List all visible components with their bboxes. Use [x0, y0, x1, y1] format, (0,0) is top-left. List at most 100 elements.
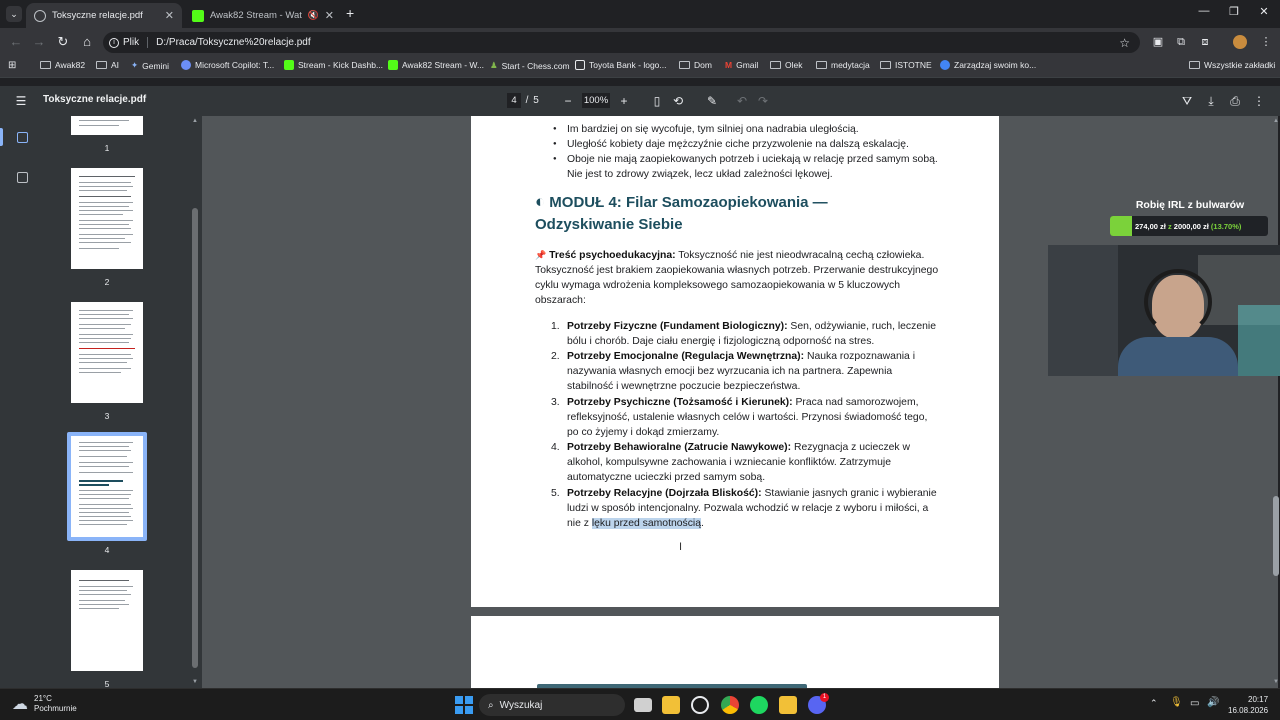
streamer-shirt [1118, 337, 1238, 376]
fit-page-icon[interactable]: ▯ [650, 94, 664, 108]
obs-icon[interactable] [691, 696, 709, 714]
sidebar-menu-icon[interactable]: ☰ [14, 94, 28, 108]
selected-text-highlight[interactable]: lęku przed samotnością [591, 518, 702, 530]
profile-avatar[interactable] [1233, 35, 1247, 49]
page-thumbnail-3[interactable] [71, 302, 143, 403]
tab-search-button[interactable]: ⌄ [6, 6, 22, 22]
close-tab-icon[interactable]: ✕ [165, 9, 174, 22]
outline-view-icon[interactable] [17, 172, 28, 183]
bookmark-gemini[interactable]: ✦ Gemini [131, 60, 169, 71]
all-bookmarks[interactable]: Wszystkie zakładki [1189, 60, 1275, 70]
bookmark-chess[interactable]: ♟ Start - Chess.com [490, 60, 570, 71]
weather-widget[interactable]: ☁ 21°C Pochmurnie [12, 694, 77, 714]
scroll-down-arrow[interactable]: ▼ [1273, 679, 1279, 685]
pdf-globe-icon [34, 9, 46, 22]
bookmark-label: Dom [694, 60, 712, 70]
drive-save-icon[interactable]: ⛛ [1180, 94, 1194, 108]
bookmark-dom[interactable]: Dom [679, 60, 712, 70]
bookmark-kick-dashboard[interactable]: Stream - Kick Dashb... [284, 60, 383, 70]
bookmark-ai[interactable]: AI [96, 60, 119, 70]
bookmarks-bar: ⊞ Awak82 AI ✦ Gemini Microsoft Copilot: T… [0, 56, 1280, 78]
close-tab-icon[interactable]: ✕ [325, 9, 334, 22]
cast-icon[interactable]: ▣ [1150, 34, 1166, 50]
viewer-scroll-thumb[interactable] [1273, 496, 1279, 576]
page-number-input[interactable]: 4 [507, 93, 521, 108]
back-icon[interactable]: ← [8, 34, 24, 50]
bookmark-medytacja[interactable]: medytacja [816, 60, 870, 70]
scroll-down-arrow[interactable]: ▼ [192, 679, 198, 685]
microphone-icon[interactable]: 🎙 [1170, 697, 1183, 708]
bookmark-olek[interactable]: Olek [770, 60, 802, 70]
maximize-button[interactable]: ❐ [1219, 5, 1249, 18]
taskbar-search[interactable]: ⌕ Wyszukaj [479, 694, 625, 716]
minimize-button[interactable]: — [1189, 5, 1219, 17]
scroll-up-arrow[interactable]: ▲ [192, 118, 198, 124]
extensions-icon[interactable]: ⧈ [1197, 34, 1213, 50]
site-info-chip[interactable]: i Plik [109, 37, 149, 48]
bookmark-star-icon[interactable]: ☆ [1119, 36, 1130, 50]
bookmark-awak82[interactable]: Awak82 [40, 60, 85, 70]
apps-icon[interactable]: ⊞ [8, 60, 16, 71]
reload-icon[interactable]: ↻ [55, 34, 71, 50]
bookmark-copilot[interactable]: Microsoft Copilot: T... [181, 60, 274, 70]
annotate-icon[interactable]: ✎ [705, 94, 719, 108]
bookmark-label: ISTOTNE [895, 60, 932, 70]
hidden-icons-chevron[interactable]: ⌃ [1150, 698, 1158, 709]
pdf-toolbar: ☰ Toksyczne relacje.pdf 4 / 5 − 100% + ▯… [0, 86, 1280, 116]
intro-line-2: Toksyczność jest brakiem zaopiekowania w… [535, 265, 939, 276]
thumbnails-view-icon[interactable] [17, 132, 28, 143]
pushpin-icon: 📌 [535, 250, 547, 260]
page-thumbnail-1[interactable] [71, 116, 143, 135]
bookmark-gmail[interactable]: M Gmail [725, 60, 758, 70]
bookmark-awak82-stream[interactable]: Awak82 Stream - W... [388, 60, 484, 70]
new-tab-button[interactable]: + [346, 5, 354, 21]
close-window-button[interactable]: ✕ [1249, 5, 1279, 18]
redo-icon[interactable]: ↷ [756, 94, 770, 108]
print-icon[interactable]: ⎙ [1228, 94, 1242, 108]
address-bar[interactable]: i Plik D:/Praca/Toksyczne%20relacje.pdf … [103, 32, 1140, 53]
rotate-icon[interactable]: ⟲ [671, 94, 685, 108]
muted-icon[interactable]: 🔇 [308, 10, 319, 21]
bookmark-zarzadzaj[interactable]: Zarządzaj swoim ko... [940, 60, 1036, 70]
bookmark-toyota-bank[interactable]: Toyota Bank - logo... [575, 60, 667, 70]
thumbnail-number: 3 [104, 411, 110, 421]
url-text[interactable]: D:/Praca/Toksyczne%20relacje.pdf [156, 37, 311, 48]
page-thumbnail-5[interactable] [71, 570, 143, 671]
clock-time: 20:17 [1248, 695, 1269, 704]
bookmark-label: Toyota Bank - logo... [589, 60, 667, 70]
viewer-scrollbar[interactable]: ▲ ▼ [1272, 118, 1280, 688]
undo-icon[interactable]: ↶ [735, 94, 749, 108]
page-thumbnail-4[interactable] [71, 436, 143, 537]
tab-toksyczne-relacje[interactable]: Toksyczne relacje.pdf ✕ [26, 3, 182, 28]
bullet-item: Oboje nie mają zaopiekowanych potrzeb i … [553, 152, 947, 167]
zoom-in-icon[interactable]: + [617, 94, 631, 108]
more-options-icon[interactable]: ⋮ [1252, 94, 1266, 108]
intro-text: Toksyczność nie jest nieodwracalną cechą… [678, 250, 925, 261]
sidebar-scrollbar[interactable]: ▲ ▼ [191, 118, 199, 688]
spotify-icon[interactable] [750, 696, 768, 714]
clock[interactable]: 20:17 16.08.2026 [1228, 694, 1268, 716]
app-icon[interactable] [779, 696, 797, 714]
tab-awak82-stream[interactable]: Awak82 Stream - Watch Live 🔇 ✕ [184, 3, 342, 28]
zoom-out-icon[interactable]: − [561, 94, 575, 108]
menu-icon[interactable]: ⋮ [1258, 34, 1274, 50]
list-item-title: Potrzeby Relacyjne (Dojrzała Bliskość): [567, 488, 762, 499]
page-thumbnail-2[interactable] [71, 168, 143, 269]
download-icon[interactable]: ⤓ [1204, 94, 1218, 108]
zoom-level-input[interactable]: 100% [582, 93, 610, 108]
display-icon[interactable]: ▭ [1190, 698, 1199, 709]
windows-start-icon[interactable] [455, 696, 473, 714]
list-number: 4. [551, 442, 560, 453]
file-explorer-icon[interactable] [662, 696, 680, 714]
screenshot-icon[interactable]: ⧉ [1173, 34, 1189, 50]
speaker-icon[interactable]: 🔊 [1207, 697, 1219, 708]
forward-icon[interactable]: → [31, 34, 47, 50]
bookmark-istotne[interactable]: ISTOTNE [880, 60, 932, 70]
task-view-icon[interactable] [634, 698, 652, 712]
sidebar-scroll-thumb[interactable] [192, 208, 198, 668]
webcam-overlay [1048, 245, 1280, 376]
scroll-up-arrow[interactable]: ▲ [1273, 118, 1279, 124]
chrome-icon[interactable] [721, 696, 739, 714]
bookmark-label: Awak82 [55, 60, 86, 70]
home-icon[interactable]: ⌂ [79, 34, 95, 50]
